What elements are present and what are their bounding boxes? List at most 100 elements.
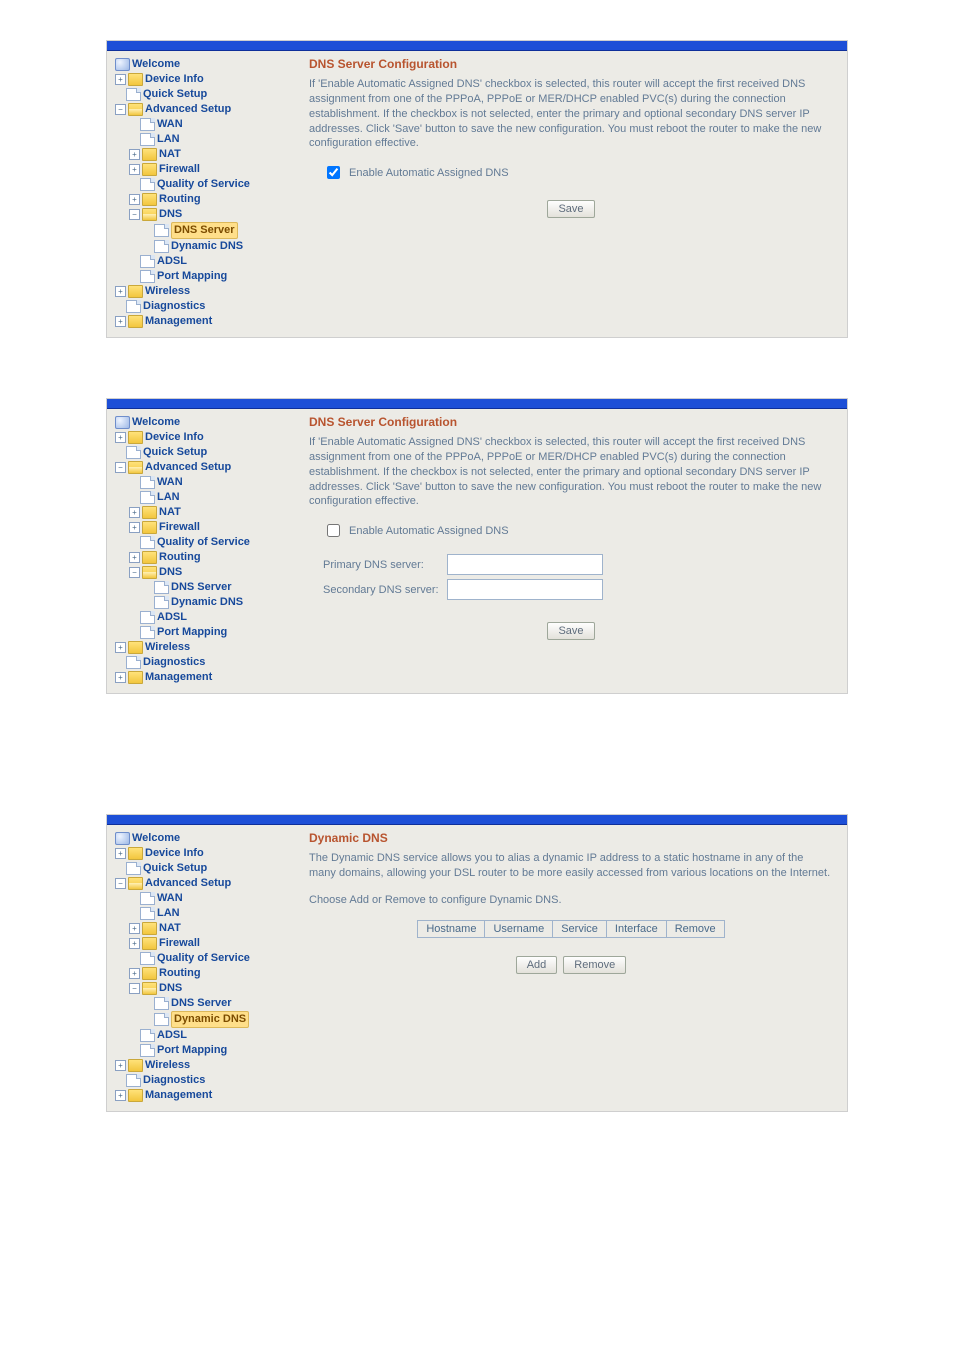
folder-icon <box>128 641 143 654</box>
nav-device-info[interactable]: Device Info <box>145 430 204 445</box>
nav-dns-server[interactable]: DNS Server <box>171 222 238 239</box>
auto-dns-row[interactable]: Enable Automatic Assigned DNS <box>323 521 833 540</box>
page-icon <box>126 656 141 669</box>
nav-port-mapping[interactable]: Port Mapping <box>157 625 227 640</box>
expand-icon[interactable]: + <box>115 642 126 653</box>
nav-welcome[interactable]: Welcome <box>132 57 180 72</box>
nav-lan[interactable]: LAN <box>157 490 180 505</box>
nav-adsl[interactable]: ADSL <box>157 254 187 269</box>
nav-management[interactable]: Management <box>145 314 212 329</box>
nav-wan[interactable]: WAN <box>157 891 183 906</box>
nav-dns[interactable]: DNS <box>159 981 182 996</box>
nav-wireless[interactable]: Wireless <box>145 640 190 655</box>
nav-port-mapping[interactable]: Port Mapping <box>157 1043 227 1058</box>
expand-icon[interactable]: + <box>129 938 140 949</box>
nav-wan[interactable]: WAN <box>157 475 183 490</box>
remove-button[interactable]: Remove <box>563 956 626 974</box>
folder-icon <box>142 521 157 534</box>
collapse-icon[interactable]: − <box>115 104 126 115</box>
nav-firewall[interactable]: Firewall <box>159 936 200 951</box>
page-icon <box>140 491 155 504</box>
nav-quick-setup[interactable]: Quick Setup <box>143 87 207 102</box>
nav-lan[interactable]: LAN <box>157 132 180 147</box>
expand-icon[interactable]: + <box>129 507 140 518</box>
nav-diagnostics[interactable]: Diagnostics <box>143 299 205 314</box>
nav-adsl[interactable]: ADSL <box>157 1028 187 1043</box>
expand-icon[interactable]: + <box>115 432 126 443</box>
nav-advanced-setup[interactable]: Advanced Setup <box>145 876 231 891</box>
collapse-icon[interactable]: − <box>115 878 126 889</box>
nav-dns[interactable]: DNS <box>159 207 182 222</box>
nav-firewall[interactable]: Firewall <box>159 520 200 535</box>
nav-diagnostics[interactable]: Diagnostics <box>143 655 205 670</box>
collapse-icon[interactable]: − <box>129 567 140 578</box>
add-button[interactable]: Add <box>516 956 558 974</box>
expand-icon[interactable]: + <box>129 164 140 175</box>
nav-routing[interactable]: Routing <box>159 550 201 565</box>
expand-icon[interactable]: + <box>129 552 140 563</box>
nav-dns-server[interactable]: DNS Server <box>171 996 232 1011</box>
window-titlebar <box>107 399 847 409</box>
nav-routing[interactable]: Routing <box>159 966 201 981</box>
page-icon <box>140 626 155 639</box>
auto-dns-checkbox[interactable] <box>327 166 340 179</box>
expand-icon[interactable]: + <box>129 149 140 160</box>
nav-device-info[interactable]: Device Info <box>145 72 204 87</box>
expand-icon[interactable]: + <box>129 968 140 979</box>
nav-lan[interactable]: LAN <box>157 906 180 921</box>
nav-nat[interactable]: NAT <box>159 505 181 520</box>
nav-dynamic-dns[interactable]: Dynamic DNS <box>171 1011 249 1028</box>
collapse-icon[interactable]: − <box>115 462 126 473</box>
nav-wireless[interactable]: Wireless <box>145 1058 190 1073</box>
expand-icon[interactable]: + <box>115 316 126 327</box>
nav-welcome[interactable]: Welcome <box>132 415 180 430</box>
nav-quick-setup[interactable]: Quick Setup <box>143 445 207 460</box>
nav-management[interactable]: Management <box>145 1088 212 1103</box>
nav-advanced-setup[interactable]: Advanced Setup <box>145 102 231 117</box>
expand-icon[interactable]: + <box>115 848 126 859</box>
page-icon <box>140 952 155 965</box>
nav-qos[interactable]: Quality of Service <box>157 535 250 550</box>
save-button[interactable]: Save <box>547 622 594 640</box>
primary-dns-input[interactable] <box>447 554 603 575</box>
nav-device-info[interactable]: Device Info <box>145 846 204 861</box>
nav-welcome[interactable]: Welcome <box>132 831 180 846</box>
page-icon <box>140 536 155 549</box>
nav-dns-server[interactable]: DNS Server <box>171 580 232 595</box>
page-description: If 'Enable Automatic Assigned DNS' check… <box>309 435 833 509</box>
nav-dynamic-dns[interactable]: Dynamic DNS <box>171 239 243 254</box>
nav-adsl[interactable]: ADSL <box>157 610 187 625</box>
page-icon <box>126 446 141 459</box>
expand-icon[interactable]: + <box>115 286 126 297</box>
secondary-dns-input[interactable] <box>447 579 603 600</box>
expand-icon[interactable]: + <box>129 923 140 934</box>
collapse-icon[interactable]: − <box>129 209 140 220</box>
nav-wan[interactable]: WAN <box>157 117 183 132</box>
nav-management[interactable]: Management <box>145 670 212 685</box>
expand-icon[interactable]: + <box>115 74 126 85</box>
expand-icon[interactable]: + <box>115 1060 126 1071</box>
expand-icon[interactable]: + <box>115 672 126 683</box>
nav-wireless[interactable]: Wireless <box>145 284 190 299</box>
nav-nat[interactable]: NAT <box>159 921 181 936</box>
nav-qos[interactable]: Quality of Service <box>157 951 250 966</box>
expand-icon[interactable]: + <box>129 522 140 533</box>
nav-firewall[interactable]: Firewall <box>159 162 200 177</box>
nav-nat[interactable]: NAT <box>159 147 181 162</box>
nav-diagnostics[interactable]: Diagnostics <box>143 1073 205 1088</box>
collapse-icon[interactable]: − <box>129 983 140 994</box>
expand-icon[interactable]: + <box>129 194 140 205</box>
auto-dns-checkbox[interactable] <box>327 524 340 537</box>
page-icon <box>154 240 169 253</box>
nav-advanced-setup[interactable]: Advanced Setup <box>145 460 231 475</box>
nav-routing[interactable]: Routing <box>159 192 201 207</box>
auto-dns-row[interactable]: Enable Automatic Assigned DNS <box>323 163 833 182</box>
nav-qos[interactable]: Quality of Service <box>157 177 250 192</box>
nav-dynamic-dns[interactable]: Dynamic DNS <box>171 595 243 610</box>
window-titlebar <box>107 815 847 825</box>
save-button[interactable]: Save <box>547 200 594 218</box>
expand-icon[interactable]: + <box>115 1090 126 1101</box>
nav-dns[interactable]: DNS <box>159 565 182 580</box>
nav-port-mapping[interactable]: Port Mapping <box>157 269 227 284</box>
nav-quick-setup[interactable]: Quick Setup <box>143 861 207 876</box>
